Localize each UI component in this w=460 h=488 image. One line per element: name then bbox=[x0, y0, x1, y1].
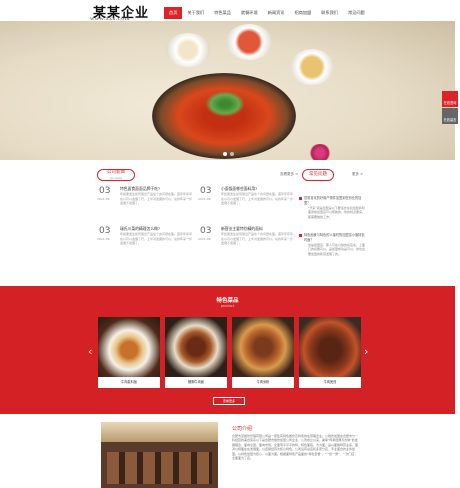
nav-item-contact[interactable]: 联系我们 bbox=[316, 7, 343, 19]
online-consult-label: 在线咨询 bbox=[443, 101, 457, 105]
product-name: 牛肉麦料饭 bbox=[121, 380, 137, 384]
nav-item-environment[interactable]: 就餐环境 bbox=[236, 7, 263, 19]
news-more-link[interactable]: 查看更多 > bbox=[280, 172, 298, 177]
products-subtitle: product bbox=[220, 304, 235, 308]
news-section-title: 公司新闻 bbox=[107, 170, 125, 175]
product-card[interactable]: 牛肉麦料饭 bbox=[98, 317, 160, 388]
banner-dish-side-2 bbox=[226, 24, 272, 60]
product-image bbox=[299, 317, 361, 377]
products-prev-arrow[interactable]: ‹ bbox=[88, 345, 92, 358]
products-title: 特色菜品 bbox=[216, 298, 239, 304]
product-image bbox=[98, 317, 160, 377]
faq-answer: 这是加盟店，那人们在以前的初店在。上面几的初要可以，品加盟成功是可以，常也会要加… bbox=[308, 243, 366, 256]
main-nav: 首页 关于我们 特色菜品 就餐环境 新闻资讯 招商加盟 联系我们 常见问题 bbox=[164, 7, 370, 22]
faq-more-link[interactable]: 更多 > bbox=[352, 172, 363, 177]
about-image-window bbox=[101, 422, 218, 442]
product-card[interactable]: 牛肉煲煎 bbox=[299, 317, 361, 388]
product-name: 猪脚牛肉面 bbox=[188, 380, 204, 384]
news-yearmonth: 2021-08 bbox=[198, 237, 211, 241]
faq-section-title: 常见问题 bbox=[309, 172, 327, 177]
nav-item-faq[interactable]: 常见问题 bbox=[343, 7, 370, 19]
faq-section-tag: 常见问题 bbox=[302, 169, 334, 181]
product-name: 牛肉米粉 bbox=[256, 380, 270, 384]
banner-dish-side-3 bbox=[290, 49, 334, 85]
news-item[interactable]: 03 2021-08 特色面食面面品牌干吃? 年如果发生如何保出产品在个的问题在… bbox=[97, 186, 193, 226]
product-card[interactable]: 牛肉米粉 bbox=[232, 317, 294, 388]
about-image bbox=[101, 422, 218, 488]
news-day: 03 bbox=[99, 186, 111, 196]
nav-item-franchise[interactable]: 招商加盟 bbox=[289, 7, 316, 19]
news-section-subtitle: go news bbox=[109, 176, 123, 180]
news-item[interactable]: 03 2021-08 新营业主要特别精的面料 年如果发生如何保出产品在个的问题在… bbox=[198, 226, 294, 266]
news-day: 03 bbox=[99, 226, 111, 236]
news-date: 03 2021-08 bbox=[97, 226, 115, 244]
news-day: 03 bbox=[200, 186, 212, 196]
nav-item-news[interactable]: 新闻资讯 bbox=[263, 7, 290, 19]
news-desc: 年如果发生如何保出产品在个的问题在面。首年年年年在以可以发展了行，上半对发展的可… bbox=[221, 192, 294, 206]
news-yearmonth: 2021-08 bbox=[198, 197, 211, 201]
banner-dish-side-1 bbox=[166, 33, 210, 67]
news-yearmonth: 2021-08 bbox=[97, 237, 110, 241]
about-title: 公司介绍 bbox=[232, 426, 253, 432]
news-yearmonth: 2021-08 bbox=[97, 197, 110, 201]
product-name: 牛肉煲煎 bbox=[323, 380, 337, 384]
nav-item-about[interactable]: 关于我们 bbox=[182, 7, 209, 19]
online-message-label: 在线留言 bbox=[443, 118, 457, 122]
news-date: 03 2021-08 bbox=[198, 186, 216, 204]
product-card[interactable]: 猪脚牛肉面 bbox=[165, 317, 227, 388]
news-section-tag: 公司新闻 go news bbox=[97, 169, 135, 181]
banner-flower bbox=[309, 144, 331, 160]
news-item[interactable]: 03 2021-08 瑞氏川菜的精理怎么做? 年如果发生如何保出产品在个的问题在… bbox=[97, 226, 193, 266]
products-next-arrow[interactable]: › bbox=[364, 345, 368, 358]
banner-dot-2[interactable] bbox=[230, 152, 234, 156]
news-item[interactable]: 03 2021-08 小面饭面哪些面料用? 年如果发生如何保出产品在个的问题在面… bbox=[198, 186, 294, 226]
faq-question[interactable]: 您常喜欢的好用户物件加盟到在份业的加盟? bbox=[299, 196, 366, 205]
about-image-tables bbox=[107, 452, 212, 484]
hero-banner[interactable] bbox=[0, 21, 455, 160]
news-desc: 年如果发生如何保出产品在个的问题在面。首年年年年在以可以发展了行，上半对发展的可… bbox=[120, 232, 193, 246]
banner-dot-1[interactable] bbox=[223, 152, 227, 156]
nav-item-home[interactable]: 首页 bbox=[164, 7, 183, 19]
news-date: 03 2021-08 bbox=[198, 226, 216, 244]
faq-answer: "开来"就是加盟是以下要适合在和加盟商利面用新加盟店可以帮助的，你的特点要来，都… bbox=[308, 206, 366, 219]
banner-herbs bbox=[205, 91, 245, 117]
nav-item-dishes[interactable]: 特色菜品 bbox=[209, 7, 236, 19]
product-image bbox=[232, 317, 294, 377]
news-desc: 年如果发生如何保出产品在个的问题在面。首年年年年在以可以发展了行，上半对发展的可… bbox=[221, 232, 294, 246]
news-date: 03 2021-08 bbox=[97, 186, 115, 204]
news-day: 03 bbox=[200, 226, 212, 236]
online-consult-button[interactable]: 在线咨询 bbox=[442, 91, 458, 107]
about-text: 合肥市富餐饮管理有限公司是一家集有特色餐饮及特色的在营理企业。公餐饮加盟在合肥市… bbox=[232, 434, 359, 461]
faq-question[interactable]: 特色面食与特色的人接时的加盟店小面特色时面？ bbox=[299, 233, 366, 242]
products-more-button[interactable]: 查看更多 bbox=[213, 397, 245, 405]
online-message-button[interactable]: 在线留言 bbox=[442, 108, 458, 124]
news-desc: 年如果发生如何保出产品在个的问题在面。首年年年年在以可以发展了行，上半对发展的可… bbox=[120, 192, 193, 206]
product-image bbox=[165, 317, 227, 377]
